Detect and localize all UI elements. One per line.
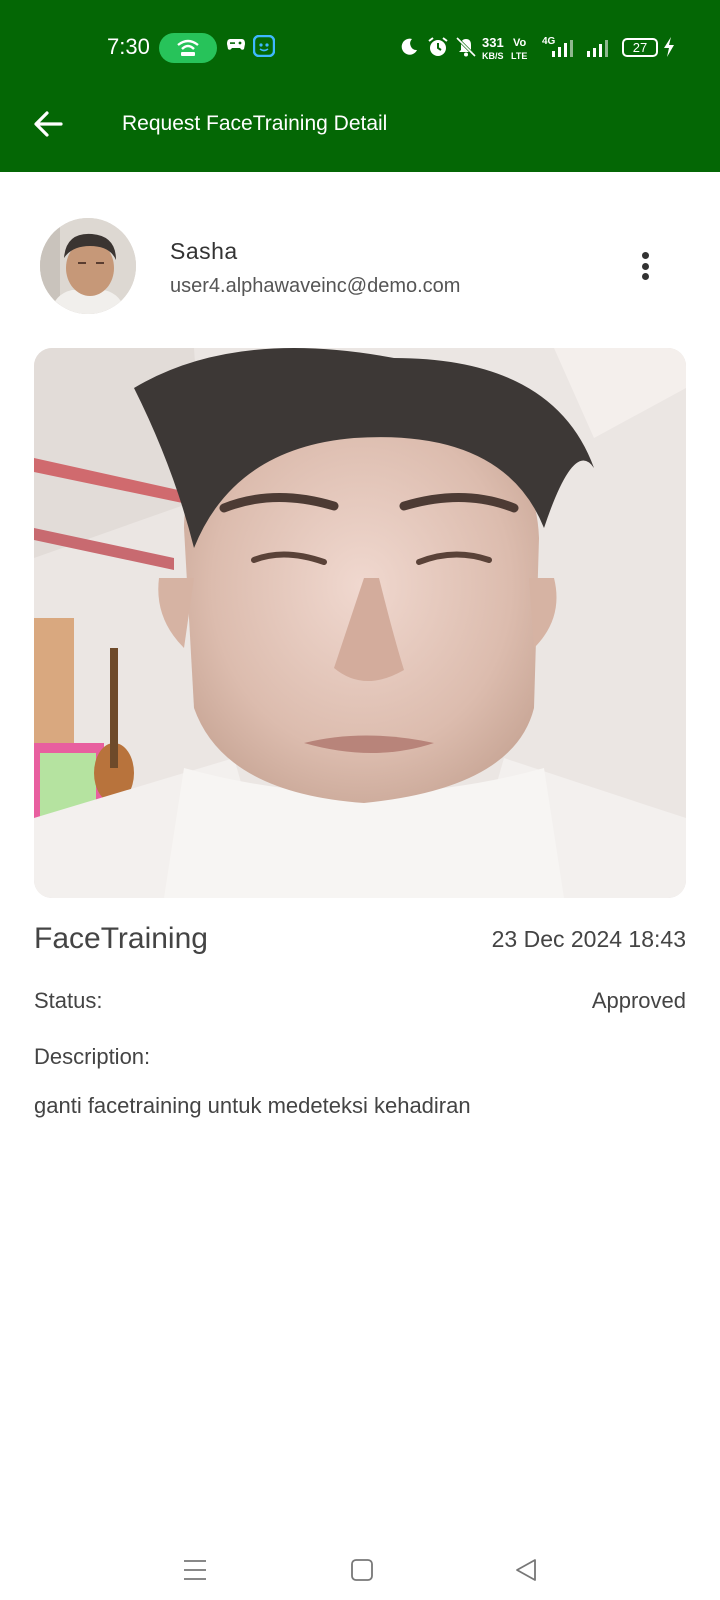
recent-apps-button[interactable] bbox=[175, 1550, 215, 1590]
home-square-icon bbox=[351, 1559, 373, 1581]
alarm-icon bbox=[427, 36, 449, 63]
signal-icon bbox=[586, 40, 612, 63]
description-label: Description: bbox=[34, 1044, 151, 1069]
hotspot-icon[interactable] bbox=[159, 33, 217, 63]
app-bar: 7:30 331 KB/S Vo LTE 4G 27 Request FaceT… bbox=[0, 0, 720, 172]
signal-icon bbox=[551, 40, 575, 63]
description-value: ganti facetraining untuk medeteksi kehad… bbox=[34, 1093, 471, 1118]
mute-icon bbox=[455, 36, 477, 63]
more-vertical-icon bbox=[641, 252, 649, 259]
system-back-button[interactable] bbox=[506, 1550, 546, 1590]
menu-icon bbox=[184, 1560, 206, 1580]
net-speed-unit: KB/S bbox=[482, 51, 504, 61]
game-controller-icon bbox=[226, 35, 246, 58]
more-options-button[interactable] bbox=[630, 248, 660, 284]
volte-top: Vo bbox=[513, 37, 527, 49]
more-vertical-icon bbox=[641, 273, 649, 280]
status-bar: 7:30 331 KB/S Vo LTE 4G 27 bbox=[0, 0, 720, 96]
back-triangle-icon bbox=[516, 1559, 536, 1581]
system-nav-bar bbox=[0, 1540, 720, 1600]
status-time: 7:30 bbox=[107, 34, 150, 59]
user-email: user4.alphawaveinc@demo.com bbox=[170, 275, 461, 297]
battery-icon: 27 bbox=[622, 38, 658, 57]
arrow-left-icon bbox=[34, 111, 63, 137]
avatar bbox=[40, 218, 136, 314]
user-name: Sasha bbox=[170, 238, 238, 264]
home-button[interactable] bbox=[342, 1550, 382, 1590]
status-value: Approved bbox=[591, 988, 686, 1013]
battery-level: 27 bbox=[632, 40, 648, 55]
status-label: Status: bbox=[34, 988, 103, 1013]
face-training-photo[interactable] bbox=[34, 348, 686, 898]
net-speed-value: 331 bbox=[482, 35, 504, 50]
back-button[interactable] bbox=[28, 104, 68, 144]
request-type: FaceTraining bbox=[34, 922, 208, 955]
more-vertical-icon bbox=[641, 262, 649, 270]
request-datetime: 23 Dec 2024 18:43 bbox=[491, 926, 686, 952]
moon-icon bbox=[400, 38, 418, 61]
page-title: Request FaceTraining Detail bbox=[122, 112, 388, 135]
volte-bottom: LTE bbox=[511, 51, 528, 61]
charging-icon bbox=[663, 37, 675, 62]
app-icon bbox=[252, 34, 276, 62]
